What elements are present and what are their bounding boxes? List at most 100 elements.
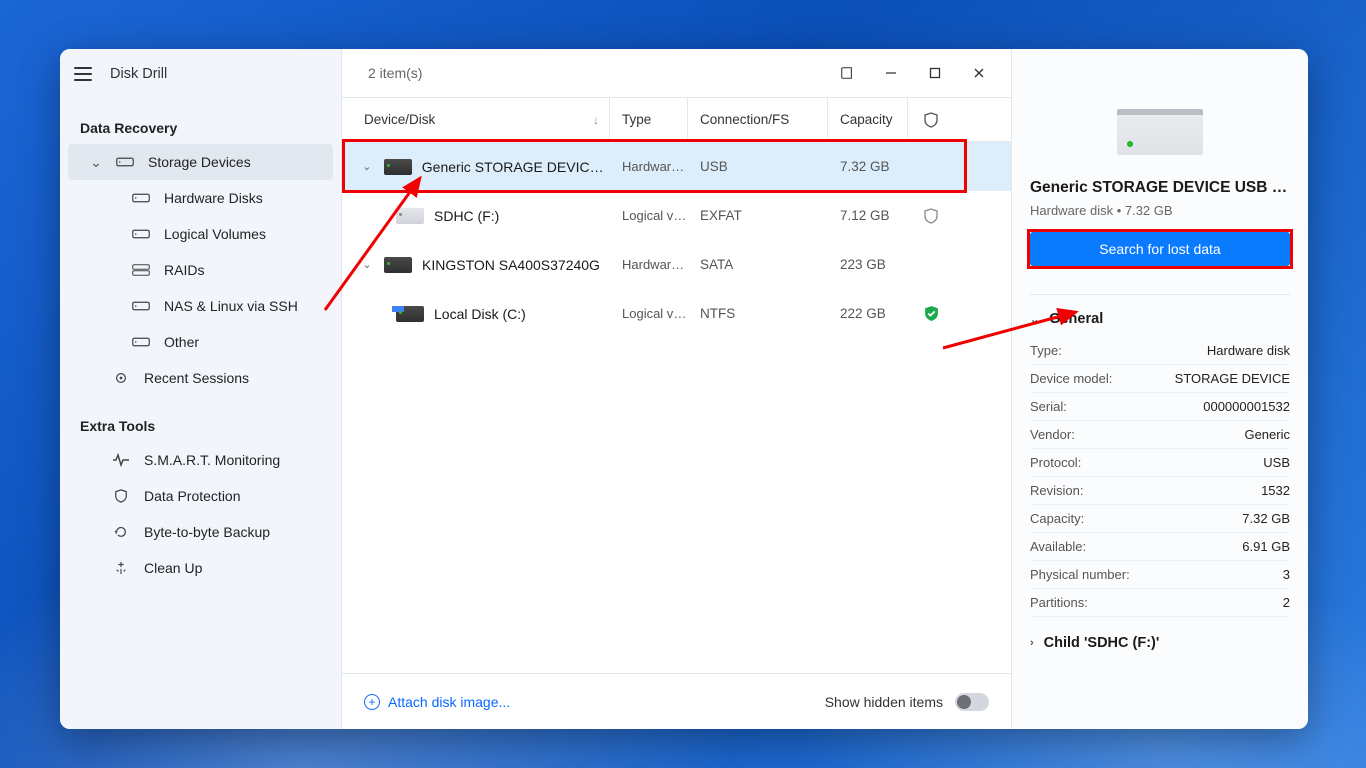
sidebar-item-recent-sessions[interactable]: Recent Sessions (68, 360, 333, 396)
device-type: Logical vol… (610, 208, 688, 223)
col-protection[interactable] (908, 112, 954, 128)
sort-arrow-icon: ↓ (593, 113, 599, 127)
section-extra-tools: Extra Tools (60, 396, 341, 442)
prop-row: Vendor:Generic (1030, 421, 1290, 449)
help-icon[interactable] (827, 57, 867, 89)
device-name: SDHC (F:) (434, 208, 499, 224)
app-title: Disk Drill (110, 66, 167, 82)
chevron-down-icon: ⌄ (1030, 313, 1039, 326)
device-capacity: 7.12 GB (828, 208, 908, 223)
device-type: Hardware… (610, 159, 688, 174)
prop-row: Type:Hardware disk (1030, 337, 1290, 365)
shield-outline-icon (908, 208, 954, 224)
app-window: Disk Drill Data Recovery ⌄ Storage Devic… (60, 49, 1308, 729)
prop-row: Physical number:3 (1030, 561, 1290, 589)
device-name: Generic STORAGE DEVICE… (422, 159, 610, 175)
disk-icon (132, 335, 150, 349)
prop-row: Partitions:2 (1030, 589, 1290, 617)
chevron-down-icon[interactable]: ⌄ (360, 160, 374, 173)
prop-row: Serial:000000001532 (1030, 393, 1290, 421)
prop-row: Capacity:7.32 GB (1030, 505, 1290, 533)
sidebar-item-smart[interactable]: S.M.A.R.T. Monitoring (68, 442, 333, 478)
sidebar-item-raids[interactable]: RAIDs (68, 252, 333, 288)
prop-row: Available:6.91 GB (1030, 533, 1290, 561)
device-name: KINGSTON SA400S37240G (422, 257, 600, 273)
sidebar-item-nas-linux[interactable]: NAS & Linux via SSH (68, 288, 333, 324)
device-type: Logical vol… (610, 306, 688, 321)
prop-row: Device model:STORAGE DEVICE (1030, 365, 1290, 393)
sidebar: Disk Drill Data Recovery ⌄ Storage Devic… (60, 49, 342, 729)
table-row[interactable]: ⌄ Generic STORAGE DEVICE… Hardware… USB … (342, 142, 1011, 191)
sidebar-item-hardware-disks[interactable]: Hardware Disks (68, 180, 333, 216)
heartbeat-icon (112, 453, 130, 467)
device-type: Hardware… (610, 257, 688, 272)
show-hidden-label: Show hidden items (825, 694, 943, 710)
device-rows: ⌄ Generic STORAGE DEVICE… Hardware… USB … (342, 142, 1011, 338)
close-button[interactable] (959, 57, 999, 89)
gear-icon (112, 371, 130, 385)
sidebar-item-label: Storage Devices (148, 154, 251, 170)
col-device[interactable]: Device/Disk ↓ (342, 98, 610, 141)
minimize-button[interactable] (871, 57, 911, 89)
sidebar-item-label: RAIDs (164, 262, 204, 278)
sidebar-item-label: NAS & Linux via SSH (164, 298, 298, 314)
disk-icon (384, 257, 412, 273)
sidebar-item-label: Data Protection (144, 488, 241, 504)
item-count: 2 item(s) (368, 65, 422, 81)
sidebar-item-label: Recent Sessions (144, 370, 249, 386)
sidebar-item-data-protection[interactable]: Data Protection (68, 478, 333, 514)
sidebar-item-label: Clean Up (144, 560, 202, 576)
disk-icon (132, 227, 150, 241)
device-connection: SATA (688, 257, 828, 272)
windows-disk-icon (396, 306, 424, 322)
disk-icon (132, 191, 150, 205)
sidebar-item-label: Other (164, 334, 199, 350)
sidebar-item-logical-volumes[interactable]: Logical Volumes (68, 216, 333, 252)
sidebar-item-storage-devices[interactable]: ⌄ Storage Devices (68, 144, 333, 180)
device-illustration (1117, 109, 1203, 155)
sidebar-item-other[interactable]: Other (68, 324, 333, 360)
sidebar-item-byte-backup[interactable]: Byte-to-byte Backup (68, 514, 333, 550)
search-for-lost-data-button[interactable]: Search for lost data (1030, 232, 1290, 266)
table-header: Device/Disk ↓ Type Connection/FS Capacit… (342, 98, 1011, 142)
child-accordion[interactable]: › Child 'SDHC (F:)' (1030, 635, 1290, 651)
device-connection: NTFS (688, 306, 828, 321)
details-subtitle: Hardware disk • 7.32 GB (1030, 203, 1290, 218)
table-row[interactable]: Local Disk (C:) Logical vol… NTFS 222 GB (342, 289, 1011, 338)
disk-icon (116, 155, 134, 169)
sparkle-icon (112, 561, 130, 575)
plus-circle-icon: + (364, 694, 380, 710)
sidebar-item-label: Hardware Disks (164, 190, 263, 206)
attach-disk-image-link[interactable]: + Attach disk image... (364, 694, 510, 710)
chevron-down-icon[interactable]: ⌄ (360, 258, 374, 271)
main-header: 2 item(s) (342, 49, 1011, 98)
show-hidden-toggle[interactable] (955, 693, 989, 711)
menu-icon[interactable] (74, 67, 92, 81)
table-row[interactable]: ⌄ KINGSTON SA400S37240G Hardware… SATA 2… (342, 240, 1011, 289)
sidebar-item-clean-up[interactable]: Clean Up (68, 550, 333, 586)
shield-icon (112, 489, 130, 503)
disk-icon (384, 159, 412, 175)
disk-stack-icon (132, 263, 150, 277)
sidebar-item-label: S.M.A.R.T. Monitoring (144, 452, 280, 468)
col-capacity[interactable]: Capacity (828, 98, 908, 141)
disk-icon (132, 299, 150, 313)
table-row[interactable]: SDHC (F:) Logical vol… EXFAT 7.12 GB (342, 191, 1011, 240)
maximize-button[interactable] (915, 57, 955, 89)
device-capacity: 7.32 GB (828, 159, 908, 174)
prop-row: Revision:1532 (1030, 477, 1290, 505)
device-name: Local Disk (C:) (434, 306, 526, 322)
details-title: Generic STORAGE DEVICE USB De… (1030, 179, 1290, 197)
device-connection: EXFAT (688, 208, 828, 223)
main-panel: 2 item(s) Device/Disk ↓ Type Connection/… (342, 49, 1012, 729)
details-panel: Generic STORAGE DEVICE USB De… Hardware … (1012, 49, 1308, 729)
device-connection: USB (688, 159, 828, 174)
sidebar-item-label: Logical Volumes (164, 226, 266, 242)
col-connection[interactable]: Connection/FS (688, 98, 828, 141)
general-accordion[interactable]: ⌄ General (1030, 311, 1290, 327)
col-type[interactable]: Type (610, 98, 688, 141)
section-data-recovery: Data Recovery (60, 98, 341, 144)
device-capacity: 223 GB (828, 257, 908, 272)
disk-icon (396, 208, 424, 224)
properties-table: Type:Hardware disk Device model:STORAGE … (1030, 337, 1290, 617)
